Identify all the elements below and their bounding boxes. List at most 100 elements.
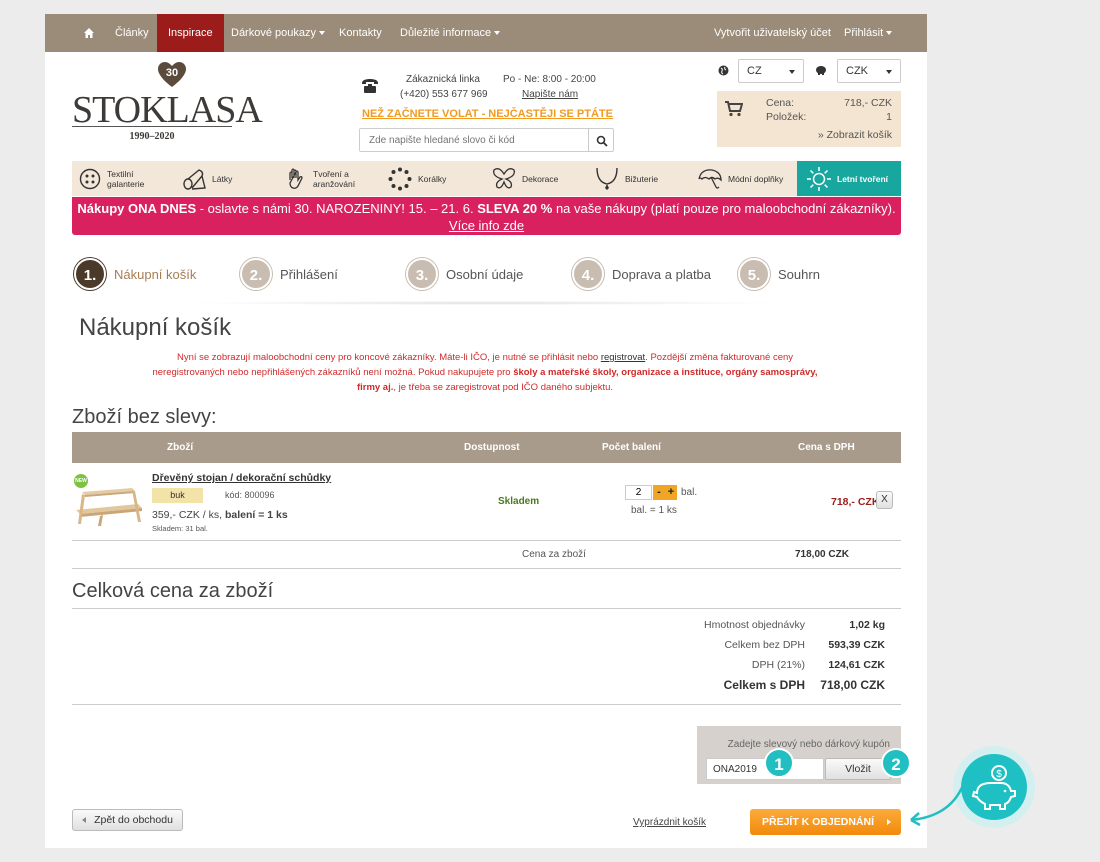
- subtotal-value: 718,00 CZK: [795, 549, 849, 560]
- category-fashion-accessories[interactable]: Módní doplňky: [698, 161, 783, 196]
- banner-headline: Nákupy ONA DNES: [77, 201, 197, 216]
- quantity-unit: bal.: [681, 487, 698, 498]
- remove-item-button[interactable]: X: [876, 491, 893, 509]
- chevron-down-icon: [886, 70, 892, 74]
- cart-price: 718,- CZK: [844, 97, 892, 109]
- column-header: Cena s DPH: [798, 442, 855, 453]
- notice-text: Nyní se zobrazují maloobchodní ceny pro …: [176, 352, 601, 363]
- total-with-vat-value: 718,00 CZK: [820, 678, 885, 692]
- nav-item-contacts[interactable]: Kontakty: [339, 14, 382, 52]
- quantity-decrease-button[interactable]: -: [653, 485, 665, 500]
- cart-price-label: Cena:: [766, 97, 795, 109]
- chevron-left-icon: [82, 817, 87, 823]
- category-label: Dekorace: [522, 173, 559, 184]
- category-label: Bižuterie: [625, 173, 659, 184]
- chevron-down-icon: [886, 31, 893, 36]
- login-label: Přihlásit: [844, 27, 884, 39]
- product-code: kód: 800096: [225, 490, 275, 500]
- currency-select[interactable]: CZK: [837, 59, 901, 83]
- chevron-down-icon: [494, 31, 501, 36]
- contact-hours: Po - Ne: 8:00 - 20:00: [503, 74, 596, 85]
- step-number: 3.: [406, 258, 438, 290]
- empty-cart-link[interactable]: Vyprázdnit košík: [633, 817, 706, 828]
- show-cart-link[interactable]: » Zobrazit košík: [818, 129, 892, 141]
- logo-rule: [72, 126, 232, 127]
- proceed-label: PŘEJÍT K OBJEDNÁNÍ: [762, 816, 875, 828]
- category-label: Látky: [212, 173, 233, 184]
- category-decorations[interactable]: Dekorace: [492, 161, 558, 196]
- stock-count: Skladem: 31 bal.: [152, 524, 208, 533]
- chevron-right-icon: [887, 819, 891, 825]
- beads-icon: [388, 167, 412, 190]
- vat-label: DPH (21%): [751, 659, 805, 671]
- write-us-link[interactable]: Napište nám: [522, 89, 578, 100]
- search-button[interactable]: [588, 128, 614, 152]
- step-summary: 5. Souhrn: [738, 258, 820, 290]
- category-label: Korálky: [418, 173, 447, 184]
- top-navigation: Články Inspirace Dárkové poukazy Kontakt…: [45, 14, 927, 52]
- nav-item-important-info[interactable]: Důležité informace: [400, 14, 501, 52]
- umbrella-icon: [698, 168, 722, 189]
- category-label: Tvoření a aranžování: [313, 168, 356, 189]
- faq-link[interactable]: NEŽ ZAČNETE VOLAT - NEJČASTĚJI SE PTÁTE: [362, 108, 613, 120]
- category-fabrics[interactable]: Látky: [182, 161, 232, 196]
- svg-text:$: $: [996, 769, 1002, 780]
- total-without-vat-label: Celkem bez DPH: [724, 639, 805, 651]
- divider: [72, 704, 901, 705]
- currency-value: CZK: [846, 65, 868, 77]
- step-cart: 1. Nákupní košík: [74, 258, 196, 290]
- category-label: Módní doplňky: [728, 173, 784, 184]
- category-jewelry[interactable]: Bižuterie: [595, 161, 658, 196]
- total-section-title: Celková cena za zboží: [72, 580, 274, 602]
- logo-years: 1990–2020: [129, 131, 175, 142]
- step-number: 1.: [74, 258, 106, 290]
- home-icon[interactable]: [83, 14, 95, 52]
- new-badge: NEW: [74, 474, 88, 488]
- notice-text: , je třeba se zaregistrovat pod IČO dané…: [393, 382, 614, 393]
- step-login: 2. Přihlášení: [240, 258, 338, 290]
- logo[interactable]: 30 STOKLASA 1990–2020: [72, 62, 263, 146]
- divider: [72, 540, 901, 541]
- weight-label: Hmotnost objednávky: [704, 619, 805, 631]
- category-summer-crafting[interactable]: Letní tvoření: [797, 161, 901, 196]
- search-input[interactable]: [359, 128, 589, 152]
- nav-label: Důležité informace: [400, 27, 492, 39]
- nav-item-gift-vouchers[interactable]: Dárkové poukazy: [231, 14, 325, 52]
- category-label: Textilní galanterie: [107, 168, 145, 189]
- nav-label: Dárkové poukazy: [231, 27, 316, 39]
- coupon-panel: Zadejte slevový nebo dárkový kupón Vloži…: [697, 726, 901, 784]
- page-title: Nákupní košík: [79, 314, 232, 341]
- phone-icon: [362, 79, 378, 93]
- callout-badge-2: 2: [881, 748, 911, 778]
- proceed-to-order-button[interactable]: PŘEJÍT K OBJEDNÁNÍ: [750, 809, 901, 835]
- category-crafting-arranging[interactable]: Tvoření a aranžování: [285, 161, 363, 196]
- login-menu[interactable]: Přihlásit: [844, 14, 893, 52]
- country-select[interactable]: CZ: [738, 59, 804, 83]
- callout-badge-1: 1: [764, 748, 794, 778]
- availability-status: Skladem: [498, 496, 540, 507]
- banner-discount: SLEVA 20 %: [477, 201, 553, 216]
- back-to-shop-button[interactable]: Zpět do obchodu: [72, 809, 183, 831]
- quantity-increase-button[interactable]: +: [665, 485, 677, 500]
- cart-items-count: 1: [886, 111, 892, 123]
- nav-item-inspiration[interactable]: Inspirace: [157, 14, 224, 52]
- banner-text: - oslavte s námi 30. NAROZENINY! 15. – 2…: [196, 201, 478, 216]
- category-bar: Textilní galanterie Látky Tvoření a aran…: [72, 161, 901, 196]
- step-label: Doprava a platba: [612, 266, 712, 282]
- step-label: Osobní údaje: [446, 266, 524, 282]
- product-name-link[interactable]: Dřevěný stojan / dekorační schůdky: [152, 472, 331, 484]
- divider: [72, 568, 901, 569]
- contact-phone: (+420) 553 677 969: [400, 89, 488, 100]
- coupon-label: Zadejte slevový nebo dárkový kupón: [727, 739, 890, 750]
- savings-circle: $: [961, 754, 1027, 820]
- quantity-input[interactable]: [625, 485, 652, 500]
- section-title: Zboží bez slevy:: [72, 406, 217, 428]
- category-textile-haberdashery[interactable]: Textilní galanterie: [79, 161, 149, 196]
- mini-cart[interactable]: Cena: 718,- CZK Položek: 1 » Zobrazit ko…: [717, 91, 901, 147]
- banner-info-link[interactable]: Více info zde: [449, 218, 524, 233]
- register-link[interactable]: registrovat: [601, 352, 645, 363]
- arrow-callout: [910, 779, 967, 826]
- category-beads[interactable]: Korálky: [388, 161, 446, 196]
- nav-item-articles[interactable]: Články: [115, 14, 149, 52]
- create-account-link[interactable]: Vytvořit uživatelský účet: [714, 14, 831, 52]
